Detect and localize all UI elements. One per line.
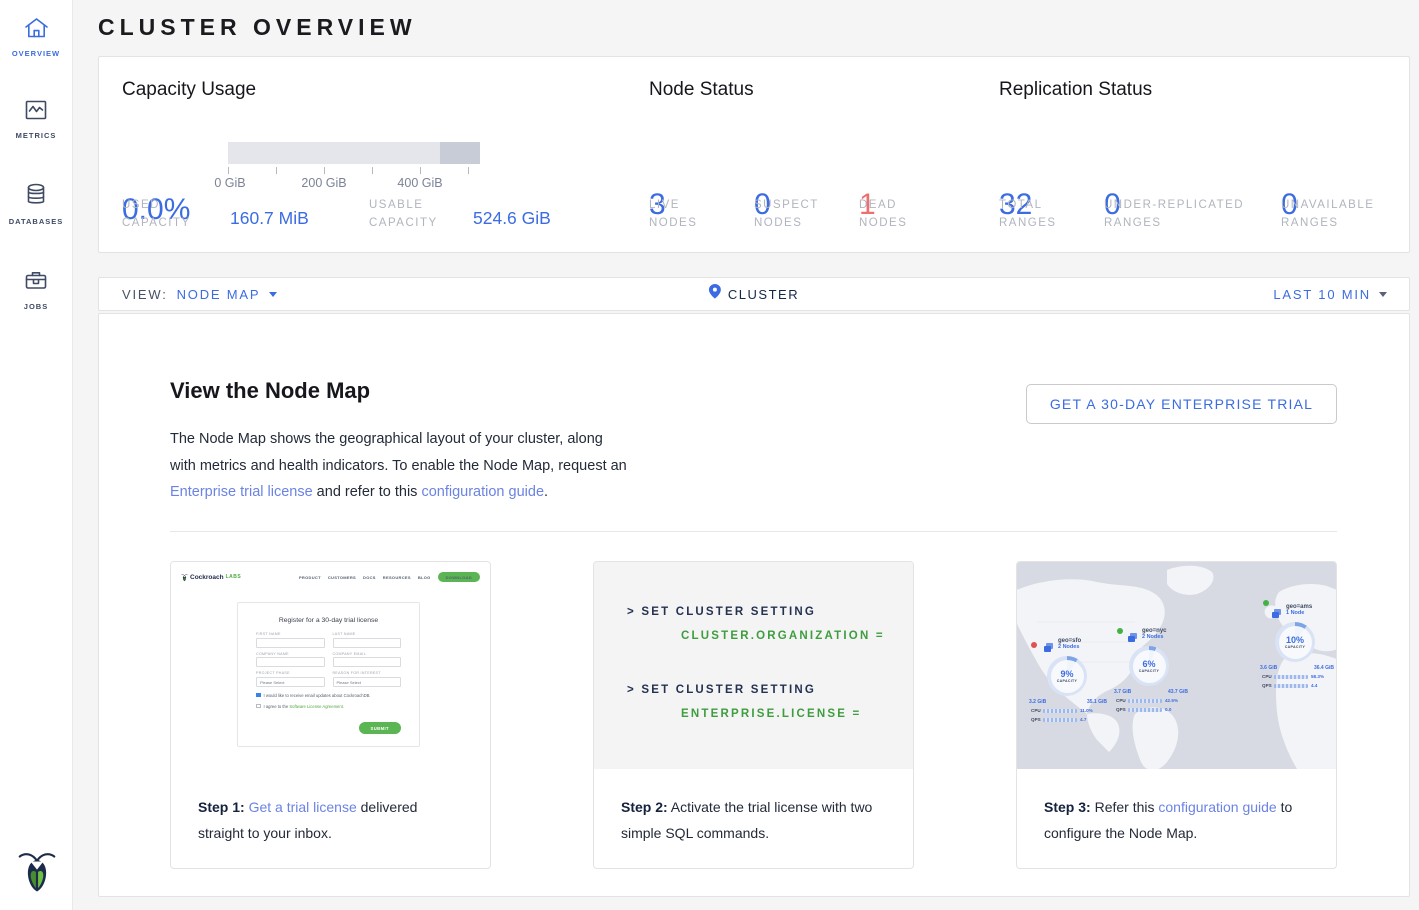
steps-row: Cockroach LABS PRODUCT CUSTOMERS DOCS RE… — [170, 561, 1337, 869]
chevron-down-icon — [269, 292, 277, 297]
dead-nodes-label: DEAD NODES — [859, 196, 907, 232]
view-selected-value: NODE MAP — [177, 287, 261, 302]
get-trial-license-link[interactable]: Get a trial license — [249, 799, 357, 815]
gauge-tick — [420, 167, 421, 174]
mini-download-button: DOWNLOAD — [438, 572, 480, 582]
sidebar-item-label: METRICS — [0, 131, 73, 140]
mini-checkbox-unchecked — [256, 704, 261, 709]
map-pin-icon — [709, 284, 721, 304]
step2-caption: Step 2: Activate the trial license with … — [594, 769, 913, 846]
step1-caption: Step 1: Get a trial license delivered st… — [171, 769, 490, 846]
cockroach-labs-mini-logo: Cockroach LABS — [181, 573, 241, 582]
cockroachdb-logo — [0, 849, 73, 898]
gauge-tick — [276, 167, 277, 174]
step3-card: geo=sfo 2 Nodes 9% CAPACITY 3.2 GiB — [1016, 561, 1337, 869]
trial-registration-preview-image: Cockroach LABS PRODUCT CUSTOMERS DOCS RE… — [171, 562, 490, 769]
cluster-summary-card: Capacity Usage 0.0% 0 GiB 200 GiB 400 Gi… — [98, 56, 1410, 253]
step3-caption: Step 3: Refer this configuration guide t… — [1017, 769, 1336, 846]
content-area: CLUSTER OVERVIEW Capacity Usage 0.0% 0 G… — [73, 0, 1419, 910]
under-replicated-ranges-label: UNDER-REPLICATED RANGES — [1104, 196, 1244, 232]
mini-submit-button: SUBMIT — [359, 722, 401, 734]
mini-site-nav: PRODUCT CUSTOMERS DOCS RESOURCES BLOG DO… — [299, 572, 480, 582]
live-nodes-label: LIVE NODES — [649, 196, 697, 232]
total-ranges-label: TOTAL RANGES — [999, 196, 1057, 232]
page-title: CLUSTER OVERVIEW — [98, 14, 417, 41]
usable-capacity-value: 524.6 GiB — [473, 208, 551, 229]
enterprise-trial-button[interactable]: GET A 30-DAY ENTERPRISE TRIAL — [1026, 384, 1337, 424]
unavailable-ranges-label: UNAVAILABLE RANGES — [1281, 196, 1374, 232]
view-selector-dropdown[interactable]: VIEW: NODE MAP — [99, 287, 277, 302]
suspect-nodes-label: SUSPECT NODES — [754, 196, 819, 232]
sidebar-item-jobs[interactable]: JOBS — [0, 268, 73, 311]
time-range-value: LAST 10 MIN — [1273, 287, 1371, 302]
sidebar-item-overview[interactable]: OVERVIEW — [0, 16, 73, 58]
sidebar-item-databases[interactable]: DATABASES — [0, 182, 73, 226]
configuration-guide-link[interactable]: configuration guide — [421, 484, 544, 500]
node-map-section: View the Node Map The Node Map shows the… — [98, 313, 1410, 897]
divider — [170, 531, 1337, 532]
home-icon — [0, 16, 73, 45]
capacity-gauge-reserved-segment — [440, 142, 480, 164]
gauge-tick — [468, 167, 469, 174]
node-cube-icon — [1043, 640, 1054, 658]
configuration-guide-link[interactable]: configuration guide — [1158, 799, 1276, 815]
sql-commands-preview-image: > SET CLUSTER SETTING CLUSTER.ORGANIZATI… — [594, 562, 913, 769]
gauge-tick-label: 400 GiB — [397, 176, 442, 190]
database-icon — [0, 182, 73, 213]
replication-status-title: Replication Status — [999, 79, 1152, 101]
sidebar-item-label: OVERVIEW — [0, 49, 73, 58]
gauge-tick — [324, 167, 325, 174]
used-capacity-value: 160.7 MiB — [230, 208, 309, 229]
node-status-title: Node Status — [649, 79, 754, 101]
gauge-tick-label: 200 GiB — [301, 176, 346, 190]
status-dot-red — [1031, 642, 1037, 648]
capacity-donut: 9% CAPACITY — [1047, 656, 1087, 696]
used-capacity-label: USED CAPACITY — [122, 196, 191, 232]
node-map-preview-image: geo=sfo 2 Nodes 9% CAPACITY 3.2 GiB — [1017, 562, 1336, 769]
status-dot-green — [1263, 600, 1269, 606]
registration-form-panel: Register for a 30-day trial license FIRS… — [237, 602, 420, 747]
step2-card: > SET CLUSTER SETTING CLUSTER.ORGANIZATI… — [593, 561, 914, 869]
section-description: The Node Map shows the geographical layo… — [170, 426, 632, 506]
capacity-usage-title: Capacity Usage — [122, 79, 256, 101]
sidebar-item-label: JOBS — [0, 302, 73, 311]
metrics-chart-icon — [0, 98, 73, 127]
view-label: VIEW: — [122, 287, 168, 302]
capacity-donut: 6% CAPACITY — [1129, 646, 1169, 686]
usable-capacity-label: USABLE CAPACITY — [369, 196, 438, 232]
enterprise-trial-license-link[interactable]: Enterprise trial license — [170, 484, 313, 500]
node-cube-icon — [1127, 630, 1138, 648]
capacity-gauge — [228, 142, 480, 164]
view-bar: VIEW: NODE MAP CLUSTER LAST 10 MIN — [98, 277, 1410, 311]
sidebar-item-label: DATABASES — [0, 217, 73, 226]
chevron-down-icon — [1379, 292, 1387, 297]
sidebar-item-metrics[interactable]: METRICS — [0, 98, 73, 140]
node-cube-icon — [1271, 606, 1282, 624]
time-range-dropdown[interactable]: LAST 10 MIN — [1273, 287, 1387, 302]
capacity-donut: 10% CAPACITY — [1275, 622, 1315, 662]
sidebar: OVERVIEW METRICS DATABASES — [0, 0, 73, 910]
mini-checkbox-checked — [256, 693, 261, 698]
gauge-tick — [228, 167, 229, 174]
step1-card: Cockroach LABS PRODUCT CUSTOMERS DOCS RE… — [170, 561, 491, 869]
gauge-tick — [372, 167, 373, 174]
briefcase-icon — [0, 268, 73, 298]
breadcrumb-cluster[interactable]: CLUSTER — [728, 287, 799, 302]
section-heading: View the Node Map — [170, 378, 370, 404]
status-dot-green — [1117, 628, 1123, 634]
breadcrumb: CLUSTER — [709, 284, 799, 304]
gauge-tick-label: 0 GiB — [214, 176, 245, 190]
form-title: Register for a 30-day trial license — [238, 617, 419, 624]
